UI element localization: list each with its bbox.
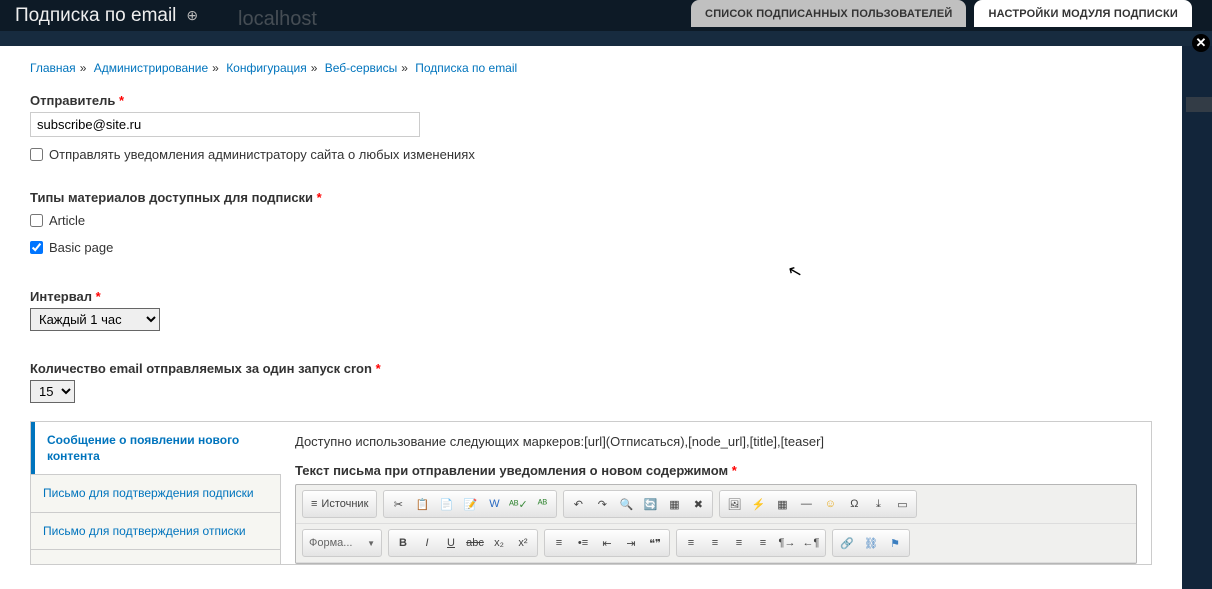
notify-admin-checkbox[interactable] bbox=[30, 148, 43, 161]
cke-bidirtl-icon[interactable]: ←¶ bbox=[799, 532, 823, 554]
cke-copy-icon[interactable]: 📋 bbox=[410, 493, 434, 515]
cke-smiley-icon[interactable]: ☺ bbox=[818, 493, 842, 515]
cke-align-right-icon[interactable]: ≡ bbox=[727, 532, 751, 554]
cke-specialchar-icon[interactable]: Ω bbox=[842, 493, 866, 515]
page-header-bar: Подписка по email ⊕ localhost СПИСОК ПОД… bbox=[0, 0, 1212, 31]
cke-paste-text-icon[interactable]: 📝 bbox=[458, 493, 482, 515]
vertical-tabs-list: Сообщение о появлении нового контента Пи… bbox=[31, 422, 281, 564]
cke-unlink-icon[interactable]: ⛓ bbox=[859, 532, 883, 554]
cke-italic-icon[interactable]: I bbox=[415, 532, 439, 554]
ckeditor-toolbar: ≡ Источник ✂ 📋 📄 📝 W ᴬᴮ✓ ᴬᴮ ↶ bbox=[295, 484, 1137, 564]
mouse-cursor-icon: ↖ bbox=[786, 260, 805, 283]
cke-underline-icon[interactable]: U bbox=[439, 532, 463, 554]
overlay-backdrop-band bbox=[1186, 97, 1212, 112]
content-type-basicpage-label: Basic page bbox=[49, 240, 113, 255]
source-icon: ≡ bbox=[311, 498, 317, 510]
cke-find-icon[interactable]: 🔍 bbox=[614, 493, 638, 515]
content-type-basicpage-checkbox[interactable] bbox=[30, 241, 43, 254]
primary-tabs: СПИСОК ПОДПИСАННЫХ ПОЛЬЗОВАТЕЛЕЙ НАСТРОЙ… bbox=[691, 0, 1192, 27]
interval-row: Интервал * Каждый 1 час bbox=[30, 289, 1152, 331]
cke-align-left-icon[interactable]: ≡ bbox=[679, 532, 703, 554]
content-types-row: Типы материалов доступных для подписки *… bbox=[30, 190, 1152, 255]
vtab-new-content[interactable]: Сообщение о появлении нового контента bbox=[31, 422, 281, 475]
cke-blockquote-icon[interactable]: ❝❞ bbox=[643, 532, 667, 554]
cke-undo-icon[interactable]: ↶ bbox=[566, 493, 590, 515]
cke-cut-icon[interactable]: ✂ bbox=[386, 493, 410, 515]
cke-bold-icon[interactable]: B bbox=[391, 532, 415, 554]
interval-label: Интервал * bbox=[30, 289, 101, 304]
breadcrumb-link[interactable]: Администрирование bbox=[94, 61, 208, 75]
cron-count-label: Количество email отправляемых за один за… bbox=[30, 361, 381, 376]
breadcrumb-link[interactable]: Веб-сервисы bbox=[325, 61, 397, 75]
cke-format-combo[interactable]: Форма... ▼ bbox=[302, 529, 382, 557]
cke-strike-icon[interactable]: abc bbox=[463, 532, 487, 554]
cke-hr-icon[interactable]: — bbox=[794, 493, 818, 515]
cron-count-row: Количество email отправляемых за один за… bbox=[30, 361, 1152, 403]
content-type-article-checkbox[interactable] bbox=[30, 214, 43, 227]
cke-scayt-icon[interactable]: ᴬᴮ bbox=[530, 493, 554, 515]
tokens-help-text: Доступно использование следующих маркеро… bbox=[295, 434, 1137, 449]
close-icon[interactable]: ✕ bbox=[1192, 34, 1210, 52]
cke-selectall-icon[interactable]: ▦ bbox=[662, 493, 686, 515]
breadcrumb-link[interactable]: Главная bbox=[30, 61, 76, 75]
cke-bidiltr-icon[interactable]: ¶→ bbox=[775, 532, 799, 554]
cke-pagebreak-icon[interactable]: ⤓ bbox=[866, 493, 890, 515]
cke-paste-word-icon[interactable]: W bbox=[482, 493, 506, 515]
overlay-backdrop-right bbox=[1182, 46, 1212, 589]
cke-anchor-icon[interactable]: ⚑ bbox=[883, 532, 907, 554]
tab-subscribed-users[interactable]: СПИСОК ПОДПИСАННЫХ ПОЛЬЗОВАТЕЛЕЙ bbox=[691, 0, 966, 27]
cke-outdent-icon[interactable]: ⇤ bbox=[595, 532, 619, 554]
content-type-article-label: Article bbox=[49, 213, 85, 228]
cke-format-label: Форма... bbox=[309, 537, 352, 549]
chevron-down-icon: ▼ bbox=[367, 539, 375, 548]
breadcrumb-link[interactable]: Подписка по email bbox=[415, 61, 517, 75]
cke-iframe-icon[interactable]: ▭ bbox=[890, 493, 914, 515]
notify-admin-row: Отправлять уведомления администратору са… bbox=[30, 147, 1152, 162]
sender-label: Отправитель * bbox=[30, 93, 124, 108]
page-title: Подписка по email bbox=[15, 5, 176, 27]
cke-table-icon[interactable]: ▦ bbox=[770, 493, 794, 515]
cke-align-center-icon[interactable]: ≡ bbox=[703, 532, 727, 554]
cron-count-select[interactable]: 15 bbox=[30, 380, 75, 403]
cke-indent-icon[interactable]: ⇥ bbox=[619, 532, 643, 554]
cke-paste-icon[interactable]: 📄 bbox=[434, 493, 458, 515]
cke-numberedlist-icon[interactable]: ≡ bbox=[547, 532, 571, 554]
sender-row: Отправитель * bbox=[30, 93, 1152, 137]
cke-replace-icon[interactable]: 🔄 bbox=[638, 493, 662, 515]
cke-link-icon[interactable]: 🔗 bbox=[835, 532, 859, 554]
cke-flash-icon[interactable]: ⚡ bbox=[746, 493, 770, 515]
content-types-label: Типы материалов доступных для подписки * bbox=[30, 190, 322, 205]
breadcrumb-link[interactable]: Конфигурация bbox=[226, 61, 307, 75]
sender-input[interactable] bbox=[30, 112, 420, 137]
cke-source-label: Источник bbox=[321, 498, 368, 510]
tab-module-settings[interactable]: НАСТРОЙКИ МОДУЛЯ ПОДПИСКИ bbox=[974, 0, 1192, 27]
cke-spellcheck-icon[interactable]: ᴬᴮ✓ bbox=[506, 493, 530, 515]
cke-image-icon[interactable]: 🖼 bbox=[722, 493, 746, 515]
cke-source-button[interactable]: ≡ Источник bbox=[305, 493, 374, 515]
cke-superscript-icon[interactable]: x² bbox=[511, 532, 535, 554]
vertical-tabs-panel: Сообщение о появлении нового контента Пи… bbox=[30, 421, 1152, 565]
cke-redo-icon[interactable]: ↷ bbox=[590, 493, 614, 515]
editor-field-label: Текст письма при отправлении уведомления… bbox=[295, 463, 1137, 478]
cke-subscript-icon[interactable]: x₂ bbox=[487, 532, 511, 554]
breadcrumb: Главная» Администрирование» Конфигурация… bbox=[30, 61, 1152, 75]
add-icon[interactable]: ⊕ bbox=[186, 7, 198, 24]
header-shadow-strip bbox=[0, 31, 1212, 46]
interval-select[interactable]: Каждый 1 час bbox=[30, 308, 160, 331]
vtab-content: Доступно использование следующих маркеро… bbox=[281, 422, 1151, 564]
notify-admin-label: Отправлять уведомления администратору са… bbox=[49, 147, 475, 162]
vtab-confirm-unsubscribe[interactable]: Письмо для подтверждения отписки bbox=[31, 513, 280, 550]
cke-align-justify-icon[interactable]: ≡ bbox=[751, 532, 775, 554]
cke-bulletlist-icon[interactable]: •≡ bbox=[571, 532, 595, 554]
host-label: localhost bbox=[238, 8, 317, 31]
cke-removeformat-icon[interactable]: ✖ bbox=[686, 493, 710, 515]
overlay-content: Главная» Администрирование» Конфигурация… bbox=[0, 46, 1182, 565]
vtab-confirm-subscribe[interactable]: Письмо для подтверждения подписки bbox=[31, 475, 280, 512]
